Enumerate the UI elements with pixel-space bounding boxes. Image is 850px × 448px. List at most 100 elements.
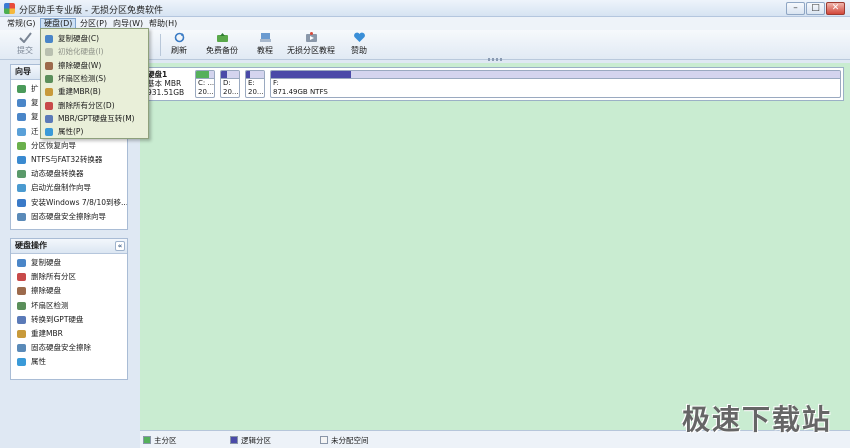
menu-item-icon bbox=[45, 48, 53, 57]
tool-icon bbox=[17, 155, 26, 164]
menu-item-7[interactable]: 属性(P) bbox=[41, 125, 148, 138]
maximize-button[interactable]: □ bbox=[806, 2, 825, 15]
list-item-label: 复 bbox=[31, 98, 39, 108]
disk-ops-panel-title: 硬盘操作 bbox=[15, 241, 47, 250]
legend-swatch bbox=[320, 436, 328, 444]
collapse-button[interactable]: « bbox=[115, 241, 125, 251]
partition-block[interactable]: F: 871.49GB NTFS bbox=[270, 70, 841, 98]
toolbar-tutorial-button[interactable]: 教程 bbox=[254, 32, 276, 58]
menu-item-4[interactable]: 重建MBR(B) bbox=[41, 85, 148, 98]
list-item-label: 属性 bbox=[31, 357, 46, 367]
list-item[interactable]: 转换到GPT硬盘 bbox=[11, 313, 127, 327]
list-item-label: 固态硬盘安全擦除向导 bbox=[31, 211, 106, 221]
toolbar-video-tutorial-button[interactable]: 无损分区教程 bbox=[287, 32, 335, 58]
partition-size: 20... bbox=[198, 88, 214, 96]
partition-size: 20... bbox=[223, 88, 239, 96]
menu-item-0[interactable]: 复制硬盘(C) bbox=[41, 32, 148, 45]
partition-block[interactable]: D: 20... bbox=[220, 70, 240, 98]
menu-item-label: 复制硬盘(C) bbox=[58, 34, 100, 43]
check-icon bbox=[18, 32, 32, 43]
menu-item-3[interactable]: 坏扇区检测(S) bbox=[41, 72, 148, 85]
partition-usage-fill bbox=[196, 71, 209, 78]
list-item-label: 固态硬盘安全擦除 bbox=[31, 343, 91, 353]
toolbar-backup-button[interactable]: 免费备份 bbox=[205, 32, 239, 58]
tool-icon bbox=[17, 170, 26, 179]
legend-label: 主分区 bbox=[154, 436, 177, 445]
menu-item-label: 初始化硬盘(I) bbox=[58, 47, 104, 57]
list-item[interactable]: 擦除硬盘 bbox=[11, 284, 127, 298]
partition-usage-bar bbox=[271, 71, 840, 79]
menu-item-label: MBR/GPT硬盘互转(M) bbox=[58, 113, 135, 123]
disk-info: 硬盘1 基本 MBR 931.51GB bbox=[147, 70, 195, 97]
list-item[interactable]: NTFS与FAT32转换器 bbox=[11, 153, 127, 167]
menu-item-icon bbox=[45, 61, 53, 70]
tool-icon bbox=[17, 113, 26, 122]
menu-item-label: 重建MBR(B) bbox=[58, 87, 101, 97]
refresh-icon bbox=[174, 32, 184, 43]
menu-item-1: 初始化硬盘(I) bbox=[41, 45, 148, 58]
list-item[interactable]: 动态硬盘转换器 bbox=[11, 167, 127, 181]
tutorial-icon bbox=[259, 33, 271, 42]
toolbar-separator bbox=[160, 34, 161, 56]
menu-item-label: 坏扇区检测(S) bbox=[58, 73, 107, 83]
minimize-button[interactable]: – bbox=[786, 2, 805, 15]
disk-type: 基本 MBR bbox=[147, 79, 182, 88]
partition-block[interactable]: C: ... 20... bbox=[195, 70, 215, 98]
disk-row[interactable]: 硬盘1 基本 MBR 931.51GB C: ... 20... D: 20... E:… bbox=[144, 67, 844, 101]
menu-item-icon bbox=[45, 128, 53, 137]
tool-icon bbox=[17, 259, 26, 267]
tool-icon bbox=[17, 344, 26, 353]
menu-item-6[interactable]: MBR/GPT硬盘互转(M) bbox=[41, 112, 148, 125]
watermark: 极速下载站 bbox=[681, 403, 832, 436]
menu-item-label: 擦除硬盘(W) bbox=[58, 60, 102, 70]
tool-icon bbox=[17, 329, 26, 338]
list-item[interactable]: 坏扇区检测 bbox=[11, 299, 127, 313]
list-item[interactable]: 固态硬盘安全擦除 bbox=[11, 341, 127, 355]
list-item-label: 扩 bbox=[31, 84, 39, 93]
tool-icon bbox=[17, 99, 26, 108]
legend-item: 逻辑分区 bbox=[230, 435, 271, 446]
menu-help[interactable]: 帮助(H) bbox=[146, 18, 180, 29]
menu-general[interactable]: 常规(G) bbox=[4, 18, 38, 29]
list-item[interactable]: 删除所有分区 bbox=[11, 270, 127, 284]
menu-item-2[interactable]: 擦除硬盘(W) bbox=[41, 59, 148, 72]
list-item-label: 迁 bbox=[31, 126, 39, 136]
tool-icon bbox=[17, 85, 26, 93]
window-title: 分区助手专业版 - 无损分区免费软件 bbox=[19, 6, 163, 16]
toolbar-grip[interactable] bbox=[488, 58, 502, 61]
list-item[interactable]: 分区恢复向导 bbox=[11, 139, 127, 153]
list-item-label: 重建MBR bbox=[31, 328, 63, 338]
list-item-label: 复制硬盘 bbox=[31, 258, 61, 267]
title-bar: 分区助手专业版 - 无损分区免费软件 – □ ✕ bbox=[0, 0, 850, 17]
toolbar-submit-button[interactable]: 提交 bbox=[14, 32, 36, 58]
legend-item: 未分配空间 bbox=[320, 435, 369, 446]
partition-label: C: ... bbox=[198, 79, 215, 87]
tool-icon bbox=[17, 198, 26, 207]
list-item[interactable]: 启动光盘制作向导 bbox=[11, 181, 127, 195]
disk-ops-list: 复制硬盘删除所有分区擦除硬盘 坏扇区检测 转换到GPT硬盘 重建MBR 固态硬盘安全擦除… bbox=[11, 254, 127, 370]
list-item[interactable]: 固态硬盘安全擦除向导 bbox=[11, 210, 127, 224]
close-button[interactable]: ✕ bbox=[826, 2, 845, 15]
legend-label: 未分配空间 bbox=[331, 436, 369, 445]
legend-swatch bbox=[230, 436, 238, 444]
partition-block[interactable]: E: 20... bbox=[245, 70, 265, 98]
tool-icon bbox=[17, 127, 26, 136]
list-item-label: 启动光盘制作向导 bbox=[31, 183, 91, 193]
partition-size: 20... bbox=[248, 88, 264, 96]
menu-item-5[interactable]: 删除所有分区(D) bbox=[41, 99, 148, 112]
tool-icon bbox=[17, 301, 26, 310]
menu-item-icon bbox=[45, 88, 53, 97]
toolbar-sponsor-button[interactable]: 赞助 bbox=[348, 32, 370, 58]
list-item-label: 删除所有分区 bbox=[31, 272, 76, 282]
list-item[interactable]: 复制硬盘 bbox=[11, 256, 127, 270]
legend-item: 主分区 bbox=[143, 435, 177, 446]
list-item-label: 动态硬盘转换器 bbox=[31, 169, 84, 179]
disk-name: 硬盘1 bbox=[147, 70, 168, 79]
list-item[interactable]: 安装Windows 7/8/10到移... bbox=[11, 196, 127, 210]
list-item[interactable]: 重建MBR bbox=[11, 327, 127, 341]
toolbar-refresh-button[interactable]: 刷新 bbox=[168, 32, 190, 58]
menu-item-icon bbox=[45, 74, 53, 83]
list-item[interactable]: 属性 bbox=[11, 355, 127, 369]
disk-menu-dropdown: 复制硬盘(C) 初始化硬盘(I) 擦除硬盘(W) 坏扇区检测(S) 重建MBR(B) 删除… bbox=[40, 28, 149, 139]
partition-usage-bar bbox=[196, 71, 214, 79]
